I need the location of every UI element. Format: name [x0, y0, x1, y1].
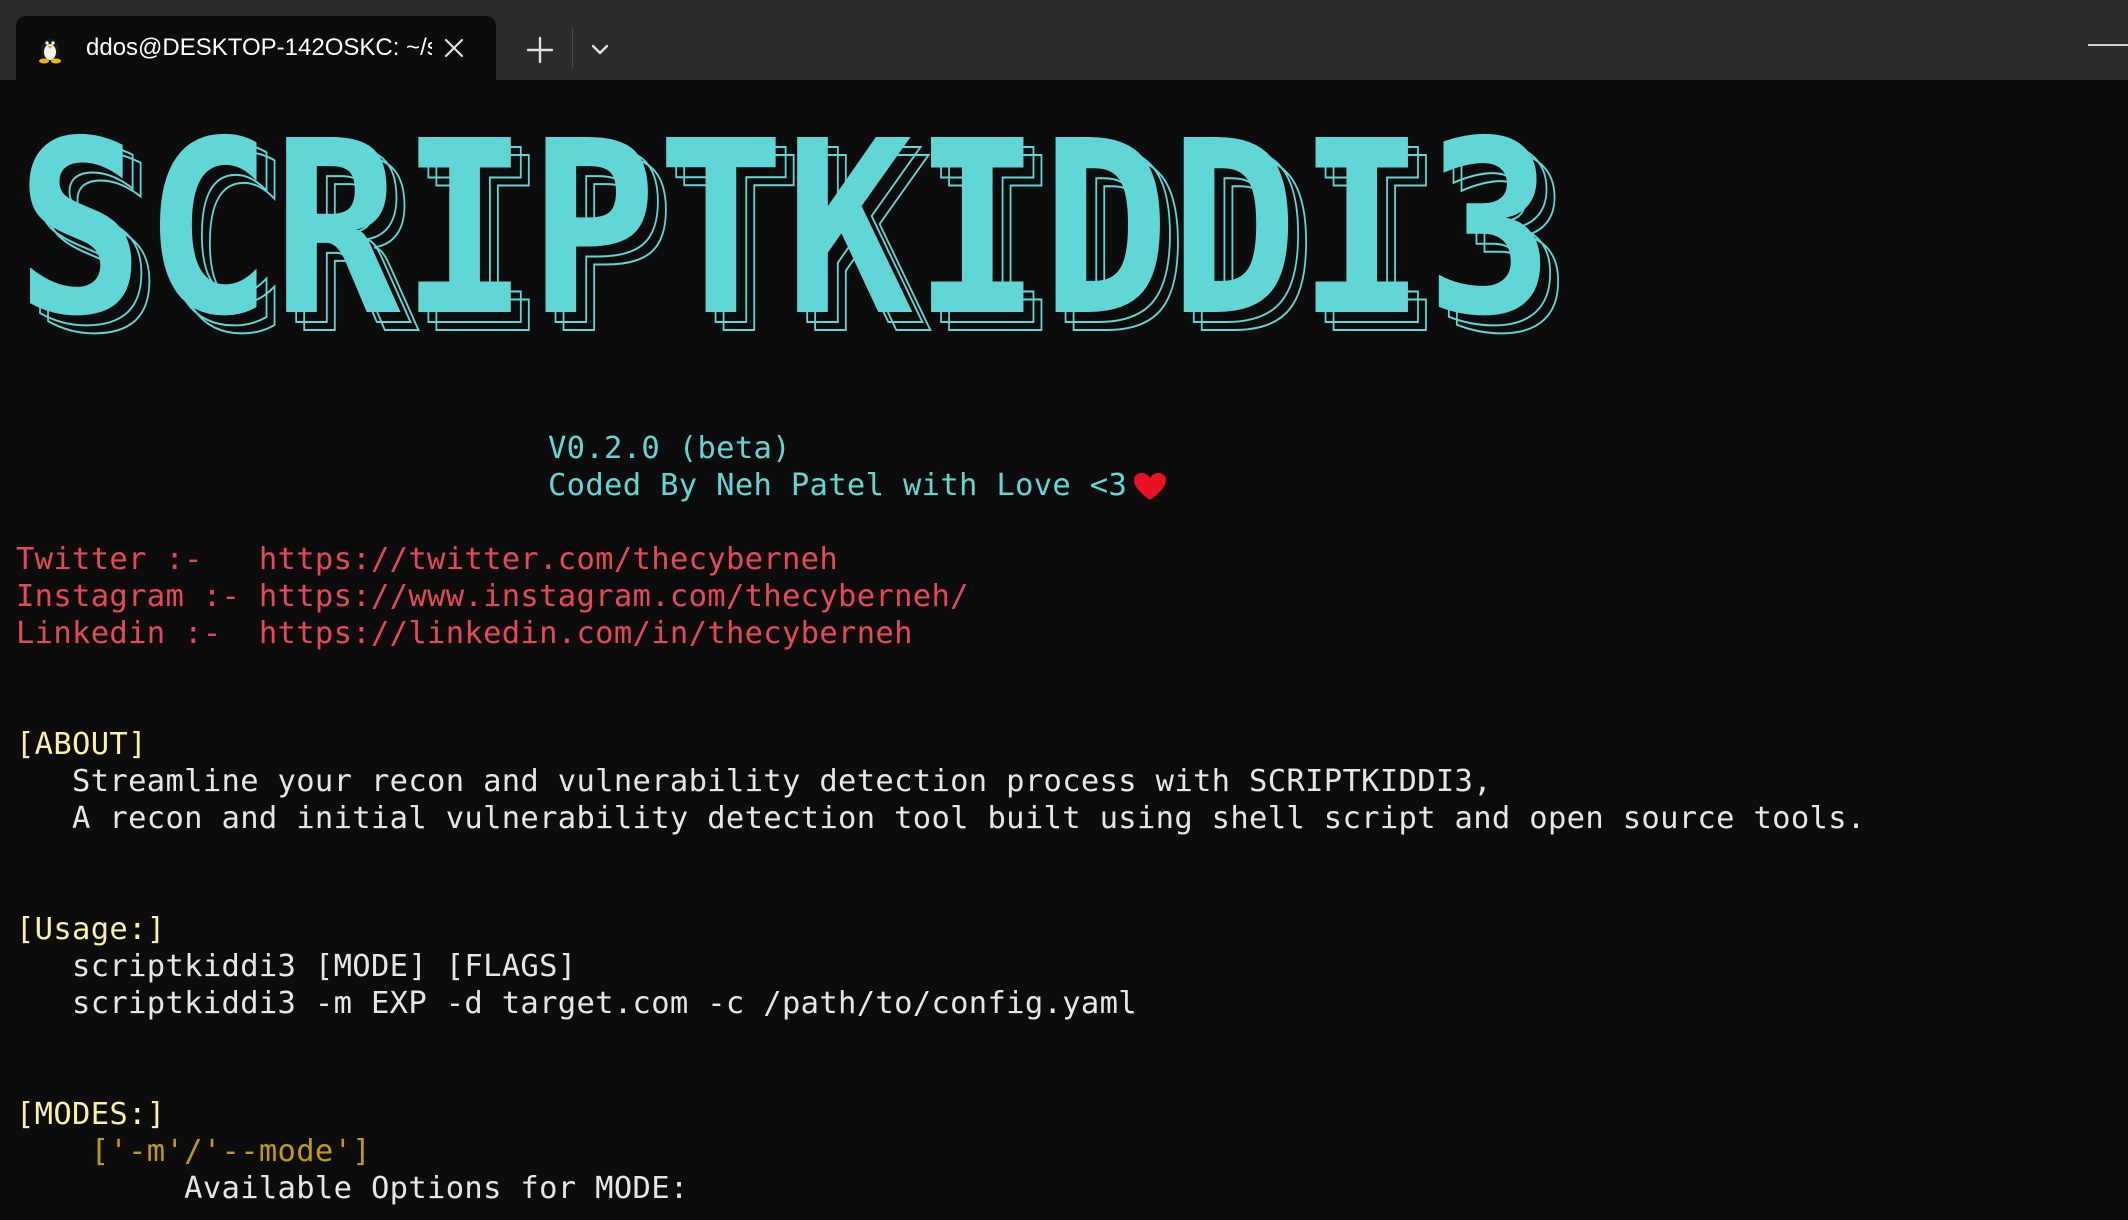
- credit-line: Coded By Neh Patel with Love <3: [548, 467, 1167, 504]
- heart-icon: [1134, 472, 1167, 500]
- modes-header: [MODES:]: [16, 1097, 166, 1132]
- mode-flag: ['-m'/'--mode']: [16, 1134, 371, 1169]
- about-line: Streamline your recon and vulnerability …: [16, 764, 1492, 799]
- social-instagram: Instagram :- https://www.instagram.com/t…: [16, 578, 969, 615]
- title-bar: ddos@DESKTOP-142OSKC: ~/s: [0, 0, 2128, 80]
- social-linkedin: Linkedin :- https://linkedin.com/in/thec…: [16, 615, 913, 652]
- social-label: Linkedin :-: [16, 616, 259, 651]
- credit-text: Coded By Neh Patel with Love <3: [548, 468, 1128, 503]
- linux-penguin-icon: [39, 39, 61, 64]
- minimize-icon[interactable]: [2088, 44, 2128, 46]
- usage-line: scriptkiddi3 -m EXP -d target.com -c /pa…: [16, 986, 1137, 1021]
- about-line: A recon and initial vulnerability detect…: [16, 801, 1866, 836]
- close-icon[interactable]: [440, 34, 468, 62]
- tab-divider: [572, 28, 573, 68]
- usage-header: [Usage:]: [16, 912, 166, 947]
- plus-icon[interactable]: [520, 30, 560, 70]
- social-url[interactable]: https://linkedin.com/in/thecyberneh: [259, 616, 913, 651]
- terminal-tab[interactable]: ddos@DESKTOP-142OSKC: ~/s: [16, 16, 496, 80]
- ascii-banner: SCRIPTKIDDI3 SCRIPTKIDDI3 SCRIPTKIDDI3: [16, 132, 1573, 344]
- social-url[interactable]: https://twitter.com/thecyberneh: [259, 542, 838, 577]
- tab-title: ddos@DESKTOP-142OSKC: ~/s: [86, 34, 432, 61]
- mode-description: Available Options for MODE:: [16, 1171, 689, 1206]
- social-label: Twitter :-: [16, 542, 259, 577]
- social-url[interactable]: https://www.instagram.com/thecyberneh/: [259, 579, 969, 614]
- usage-line: scriptkiddi3 [MODE] [FLAGS]: [16, 949, 577, 984]
- social-label: Instagram :-: [16, 579, 259, 614]
- banner-text: SCRIPTKIDDI3: [16, 132, 1554, 344]
- chevron-down-icon[interactable]: [584, 34, 616, 66]
- about-header: [ABOUT]: [16, 727, 147, 762]
- version-line: V0.2.0 (beta): [548, 431, 791, 466]
- social-twitter: Twitter :- https://twitter.com/thecybern…: [16, 541, 838, 578]
